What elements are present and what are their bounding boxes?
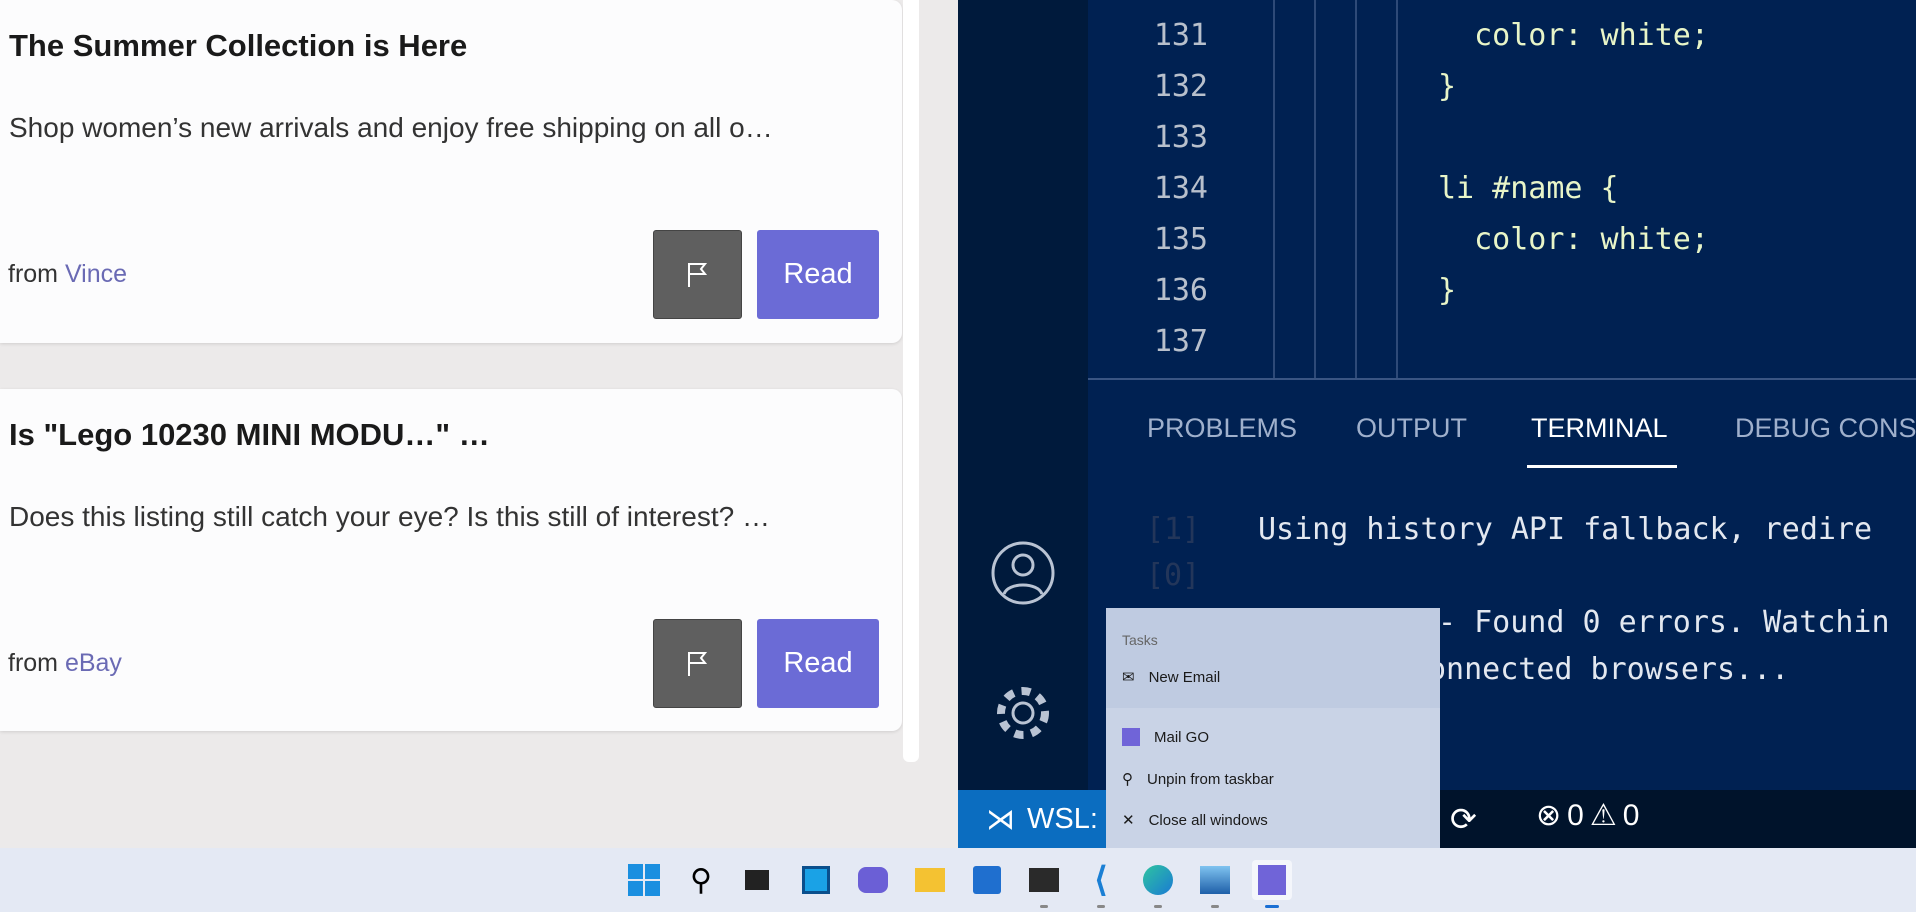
jumplist-mail-go[interactable]: Mail GO <box>1122 728 1209 746</box>
read-button[interactable]: Read <box>757 619 879 708</box>
terminal-prefix: [1] <box>1146 512 1201 547</box>
file-explorer-icon[interactable] <box>910 860 950 900</box>
jumplist-header: Tasks <box>1122 632 1158 648</box>
unpin-icon: ⚲ <box>1122 771 1133 788</box>
edge-icon[interactable] <box>1138 860 1178 908</box>
mail-title: Is "Lego 10230 MINI MODU…" … <box>9 417 490 452</box>
tab-debug-console[interactable]: DEBUG CONSO <box>1735 413 1916 444</box>
tab-problems[interactable]: PROBLEMS <box>1147 413 1297 444</box>
line-number: 136 <box>1153 273 1208 308</box>
tab-output[interactable]: OUTPUT <box>1356 413 1467 444</box>
code-line[interactable]: color: white; <box>1438 18 1709 53</box>
jumplist-unpin[interactable]: ⚲ Unpin from taskbar <box>1122 770 1274 789</box>
jumplist-label: Close all windows <box>1148 811 1268 829</box>
warning-count: 0 <box>1622 798 1640 832</box>
task-view-icon[interactable] <box>737 860 777 900</box>
remote-icon: ⋊ <box>986 803 1015 836</box>
mail-app: The Summer Collection is Here Shop women… <box>0 0 958 848</box>
jumplist-close-all[interactable]: ✕ Close all windows <box>1122 811 1268 830</box>
from-label: from <box>8 260 58 288</box>
flag-icon <box>687 262 707 287</box>
code-line[interactable]: } <box>1438 273 1456 308</box>
sender-link[interactable]: Vince <box>65 260 127 288</box>
code-line[interactable]: color: white; <box>1438 222 1709 257</box>
code-line[interactable]: } <box>1438 69 1456 104</box>
terminal-icon[interactable] <box>1024 860 1064 908</box>
mail-from: from Vince <box>8 260 127 289</box>
sender-link[interactable]: eBay <box>65 649 122 677</box>
code-line[interactable]: li #name { <box>1438 171 1619 206</box>
mail-preview: Shop women’s new arrivals and enjoy free… <box>9 112 773 143</box>
mail-preview: Does this listing still catch your eye? … <box>9 501 770 532</box>
close-icon: ✕ <box>1122 812 1135 829</box>
terminal-line: Using history API fallback, redire <box>1258 512 1873 547</box>
line-number: 137 <box>1153 324 1208 359</box>
windows-icon <box>628 864 660 896</box>
line-number: 131 <box>1153 18 1208 53</box>
mail-go-taskbar-icon[interactable] <box>1252 860 1292 908</box>
jumplist-highlight <box>1106 608 1440 708</box>
terminal-line: onnected browsers... <box>1428 652 1790 687</box>
vscode-icon[interactable]: ⟨ <box>1081 860 1121 908</box>
flag-button[interactable] <box>653 619 742 708</box>
active-tab-indicator <box>1527 465 1677 468</box>
account-icon[interactable] <box>990 540 1056 606</box>
terminal-prefix: [0] <box>1146 558 1201 593</box>
line-number: 132 <box>1153 69 1208 104</box>
sync-icon[interactable]: ⟳ <box>1450 800 1477 838</box>
mail-go-app-icon <box>1122 728 1140 746</box>
indent-guide <box>1273 0 1275 378</box>
photos-icon[interactable] <box>1195 860 1235 908</box>
settings-gear-icon[interactable] <box>990 680 1056 746</box>
start-button[interactable] <box>624 860 664 900</box>
activity-bar <box>958 0 1088 790</box>
mail-card[interactable]: The Summer Collection is Here Shop women… <box>0 0 902 343</box>
remote-indicator[interactable]: ⋊ WSL: <box>958 790 1108 848</box>
jumplist-label: Unpin from taskbar <box>1147 770 1274 788</box>
indent-guide <box>1355 0 1357 378</box>
indent-guide <box>1314 0 1316 378</box>
read-button[interactable]: Read <box>757 230 879 319</box>
jumplist-new-email[interactable]: ✉ New Email <box>1122 668 1221 687</box>
taskbar: ⚲ ⟨ <box>0 848 1916 912</box>
mail-icon: ✉ <box>1122 669 1135 686</box>
mail-from: from eBay <box>8 649 122 678</box>
store-icon[interactable] <box>967 860 1007 900</box>
panel-divider[interactable] <box>1088 378 1916 380</box>
mail-card[interactable]: Is "Lego 10230 MINI MODU…" … Does this l… <box>0 389 902 731</box>
chat-icon[interactable] <box>853 860 893 900</box>
widgets-icon[interactable] <box>796 860 836 900</box>
tab-terminal[interactable]: TERMINAL <box>1531 413 1668 444</box>
indent-guide <box>1396 0 1398 378</box>
line-number: 135 <box>1153 222 1208 257</box>
line-number: 134 <box>1153 171 1208 206</box>
warning-icon: ⚠ <box>1589 799 1617 832</box>
search-icon[interactable]: ⚲ <box>681 860 721 900</box>
jumplist-label: New Email <box>1148 668 1221 686</box>
taskbar-jumplist: Tasks ✉ New Email Mail GO ⚲ Unpin from tas… <box>1106 608 1440 848</box>
error-icon: ⊗ <box>1536 799 1562 832</box>
jumplist-label: Mail GO <box>1154 728 1210 746</box>
error-count: 0 <box>1567 798 1584 832</box>
problems-indicator[interactable]: ⊗ 0 ⚠ 0 <box>1536 798 1639 833</box>
terminal-line: - Found 0 errors. Watchin <box>1438 605 1890 640</box>
flag-button[interactable] <box>653 230 742 319</box>
from-label: from <box>8 649 58 677</box>
mail-title: The Summer Collection is Here <box>9 28 468 63</box>
remote-label: WSL: <box>1027 802 1098 835</box>
line-number: 133 <box>1153 120 1208 155</box>
flag-icon <box>687 651 707 676</box>
scrollbar[interactable] <box>903 0 919 762</box>
